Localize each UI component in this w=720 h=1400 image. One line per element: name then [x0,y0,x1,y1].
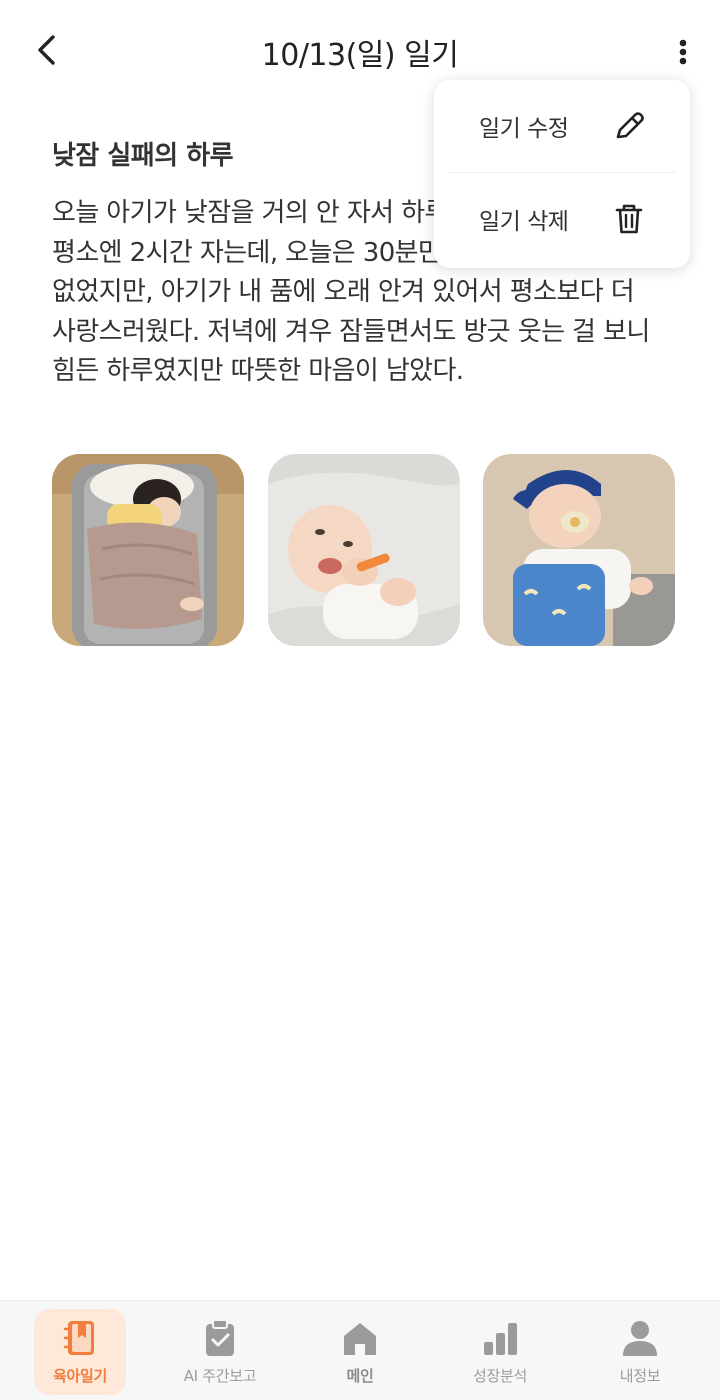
trash-icon [615,204,643,234]
tab-label: 메인 [346,1367,374,1385]
tab-ai-weekly-report[interactable]: AI 주간보고 [174,1309,266,1395]
diary-icon [63,1321,94,1355]
tab-parenting-diary[interactable]: 육아일기 [34,1309,126,1395]
home-icon [344,1323,376,1355]
options-menu: 일기 수정 일기 삭제 [434,80,690,268]
photo-illustration [267,454,460,646]
delete-diary-menu-item[interactable]: 일기 삭제 [434,173,690,265]
baby-with-cap-photo[interactable] [483,454,675,646]
tab-label: 내정보 [619,1367,661,1385]
person-icon [623,1321,657,1356]
edit-diary-label: 일기 수정 [479,116,569,142]
tab-my-info[interactable]: 내정보 [594,1309,686,1395]
baby-smiling-photo[interactable] [267,454,460,646]
tab-label: 육아일기 [52,1367,107,1385]
bar-chart-icon [484,1323,517,1355]
baby-sleeping-photo[interactable] [52,454,244,646]
pencil-icon [616,112,644,139]
page-title: 10/13(일) 일기 [261,38,459,73]
tab-label: 성장분석 [472,1367,527,1385]
photo-gallery [52,454,675,646]
tab-label: AI 주간보고 [183,1367,257,1385]
tab-growth-analysis[interactable]: 성장분석 [454,1309,546,1395]
clipboard-check-icon [206,1319,234,1356]
edit-diary-menu-item[interactable]: 일기 수정 [434,80,690,172]
more-vertical-icon [679,39,687,65]
tab-main[interactable]: 메인 [314,1309,406,1395]
more-options-button[interactable] [668,30,698,74]
bottom-tab-bar: 육아일기 AI 주간보고 메인 성장분석 내정보 [0,1300,720,1400]
delete-diary-label: 일기 삭제 [479,209,569,235]
photo-illustration [483,454,675,646]
photo-illustration [52,454,244,646]
